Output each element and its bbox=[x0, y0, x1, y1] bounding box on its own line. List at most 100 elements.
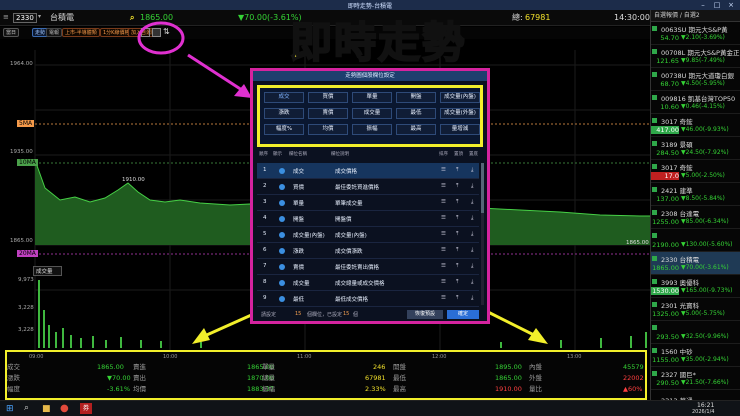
move-top-icon[interactable]: ⤒ bbox=[456, 231, 458, 238]
field-btn-open[interactable]: 開盤 bbox=[396, 92, 436, 103]
checkbox-icon[interactable] bbox=[279, 280, 285, 286]
move-bottom-icon[interactable]: ⤓ bbox=[471, 167, 473, 174]
field-row[interactable]: 3 單量 單筆成交量 ☰ ⤒ ⤓ bbox=[257, 195, 479, 211]
overlay-title: 即時走勢 bbox=[289, 17, 466, 68]
checkbox-icon[interactable] bbox=[279, 248, 285, 254]
move-bottom-icon[interactable]: ⤓ bbox=[471, 279, 473, 286]
field-btn-avg[interactable]: 均價 bbox=[308, 124, 348, 135]
field-btn-vol-inner[interactable]: 成交量(內盤) bbox=[440, 92, 480, 103]
field-btn-high[interactable]: 最高 bbox=[396, 124, 436, 135]
checkbox-icon[interactable] bbox=[279, 184, 285, 190]
windows-start-icon[interactable]: ⊞ bbox=[6, 404, 14, 414]
reset-default-button[interactable]: 恢復預設 bbox=[407, 310, 443, 319]
move-top-icon[interactable]: ⤒ bbox=[456, 279, 458, 286]
row-field-name: 開盤 bbox=[293, 217, 305, 223]
field-row[interactable]: 8 成交量 成交總量或成交價格 ☰ ⤒ ⤓ bbox=[257, 275, 479, 291]
watchlist-item[interactable]: 1560 中砂 1155.00 ▼35.00(-2.94%) bbox=[651, 344, 740, 367]
move-top-icon[interactable]: ⤒ bbox=[456, 295, 458, 302]
scrollbar-thumb[interactable] bbox=[481, 163, 484, 213]
watchlist-item[interactable]: 3017 奇鋐 17.0 ▼5.00(-2.50%) bbox=[651, 160, 740, 183]
field-btn-single-vol[interactable]: 單量 bbox=[352, 92, 392, 103]
row-field-desc: 最低成交價格 bbox=[335, 297, 369, 303]
row-field-desc: 最佳委託賣出價格 bbox=[335, 265, 380, 271]
search-taskbar-icon[interactable]: ⌕ bbox=[24, 403, 29, 413]
checkbox-icon[interactable] bbox=[279, 296, 285, 302]
drag-handle-icon[interactable]: ☰ bbox=[441, 215, 446, 221]
watchlist-item[interactable]: 3993 奧優科 1530.00 ▼165.00(-9.73%) bbox=[651, 275, 740, 298]
drag-handle-icon[interactable]: ☰ bbox=[441, 167, 446, 173]
drag-handle-icon[interactable]: ☰ bbox=[441, 295, 446, 301]
move-top-icon[interactable]: ⤒ bbox=[456, 199, 458, 206]
move-bottom-icon[interactable]: ⤓ bbox=[471, 215, 473, 222]
col-desc: 欄位說明 bbox=[331, 152, 349, 157]
value-amplitude: 2.33% bbox=[365, 385, 386, 393]
field-btn-amplitude[interactable]: 振幅 bbox=[352, 124, 392, 135]
watchlist-item[interactable]: 3017 奇鋐 417.00 ▼46.00(-9.93%) bbox=[651, 114, 740, 137]
checkbox-icon[interactable] bbox=[279, 216, 285, 222]
watchlist-item[interactable]: 293.50 ▼32.50(-9.96%) bbox=[651, 321, 740, 344]
drag-handle-icon[interactable]: ☰ bbox=[441, 279, 446, 285]
drag-handle-icon[interactable]: ☰ bbox=[441, 247, 446, 253]
watchlist-item[interactable]: 2330 台積電 1865.00 ▼70.00(-3.61%) bbox=[651, 252, 740, 275]
field-btn-volume[interactable]: 成交量 bbox=[352, 108, 392, 119]
watchlist-item[interactable]: 2421 建準 137.00 ▼8.50(-5.84%) bbox=[651, 183, 740, 206]
watchlist-stock-name: 3993 奧優科 bbox=[661, 279, 700, 287]
watchlist-item[interactable]: 009816 凱基台灣TOP50 10.60 ▼0.46(-4.15%) bbox=[651, 91, 740, 114]
watchlist-stock-name: 00738U 期元大道瓊白銀 bbox=[661, 72, 735, 80]
watchlist-item[interactable]: 2190.00 ▼130.00(-5.60%) bbox=[651, 229, 740, 252]
field-row[interactable]: 6 漲跌 成交價漲跌 ☰ ⤒ ⤓ bbox=[257, 243, 479, 259]
watchlist-price: 1865.00 bbox=[652, 264, 679, 272]
checkbox-icon[interactable] bbox=[279, 232, 285, 238]
field-btn-trade[interactable]: 成交 bbox=[264, 92, 304, 103]
confirm-button[interactable]: 確定 bbox=[447, 310, 479, 319]
field-btn-pct[interactable]: 幅度% bbox=[264, 124, 304, 135]
field-btn-low[interactable]: 最低 bbox=[396, 108, 436, 119]
row-field-name: 成交 bbox=[293, 169, 305, 175]
move-bottom-icon[interactable]: ⤓ bbox=[471, 247, 473, 254]
field-row[interactable]: 5 成交量(內盤) 成交量(內盤) ☰ ⤒ ⤓ bbox=[257, 227, 479, 243]
field-btn-change[interactable]: 漲跌 bbox=[264, 108, 304, 119]
drag-handle-icon[interactable]: ☰ bbox=[441, 183, 446, 189]
watchlist-item[interactable]: 00708L 期元大S&P黃金正 121.65 ▼9.85(-7.49%) bbox=[651, 45, 740, 68]
drag-handle-icon[interactable]: ☰ bbox=[441, 263, 446, 269]
move-bottom-icon[interactable]: ⤓ bbox=[471, 295, 473, 302]
watchlist-item[interactable]: 0063SU 期元大S&P黃 54.70 ▼2.10(-3.69%) bbox=[651, 22, 740, 45]
checkbox-icon[interactable] bbox=[279, 200, 285, 206]
watchlist-item[interactable]: 00738U 期元大道瓊白銀 68.70 ▼4.50(-5.95%) bbox=[651, 68, 740, 91]
move-top-icon[interactable]: ⤒ bbox=[456, 167, 458, 174]
field-row[interactable]: 2 買價 最佳委託買進價格 ☰ ⤒ ⤓ bbox=[257, 179, 479, 195]
move-bottom-icon[interactable]: ⤓ bbox=[471, 263, 473, 270]
watchlist-item[interactable]: 2327 國巨* 290.50 ▼21.50(-7.66%) bbox=[651, 367, 740, 390]
field-btn-vol-change[interactable]: 量增減 bbox=[440, 124, 480, 135]
stock-marker-icon bbox=[652, 187, 657, 192]
field-row[interactable]: 4 開盤 開盤價 ☰ ⤒ ⤓ bbox=[257, 211, 479, 227]
field-btn-bid[interactable]: 買價 bbox=[308, 92, 348, 103]
chrome-icon[interactable]: ● bbox=[60, 403, 69, 414]
checkbox-icon[interactable] bbox=[279, 264, 285, 270]
watchlist-item[interactable]: 2301 光寶科 1325.00 ▼5.00(-5.75%) bbox=[651, 298, 740, 321]
move-top-icon[interactable]: ⤒ bbox=[456, 215, 458, 222]
move-bottom-icon[interactable]: ⤓ bbox=[471, 199, 473, 206]
field-btn-ask[interactable]: 賣價 bbox=[308, 108, 348, 119]
field-btn-vol-outer[interactable]: 成交量(外盤) bbox=[440, 108, 480, 119]
move-bottom-icon[interactable]: ⤓ bbox=[471, 183, 473, 190]
watchlist-item[interactable]: 2308 台達電 1255.00 ▼85.00(-6.34%) bbox=[651, 206, 740, 229]
checkbox-icon[interactable] bbox=[279, 168, 285, 174]
trading-app-icon[interactable]: 券 bbox=[80, 403, 92, 414]
watchlist-item[interactable]: 3189 景碩 284.50 ▼24.50(-7.92%) bbox=[651, 137, 740, 160]
watchlist-change: ▼130.00(-5.60%) bbox=[681, 241, 733, 248]
scrollbar[interactable] bbox=[481, 163, 484, 305]
field-row[interactable]: 1 成交 成交價格 ☰ ⤒ ⤓ bbox=[257, 163, 479, 179]
file-explorer-icon[interactable]: ■ bbox=[42, 404, 51, 414]
drag-handle-icon[interactable]: ☰ bbox=[441, 231, 446, 237]
watchlist-header[interactable]: 自選報價 / 自選2 bbox=[651, 10, 740, 22]
move-top-icon[interactable]: ⤒ bbox=[456, 247, 458, 254]
move-top-icon[interactable]: ⤒ bbox=[456, 183, 458, 190]
field-row[interactable]: 7 賣價 最佳委託賣出價格 ☰ ⤒ ⤓ bbox=[257, 259, 479, 275]
watchlist-stock-name: 00708L 期元大S&P黃金正 bbox=[661, 49, 740, 57]
move-bottom-icon[interactable]: ⤓ bbox=[471, 231, 473, 238]
watchlist-price: 54.70 bbox=[660, 34, 679, 42]
drag-handle-icon[interactable]: ☰ bbox=[441, 199, 446, 205]
field-row[interactable]: 9 最低 最低成交價格 ☰ ⤒ ⤓ bbox=[257, 291, 479, 307]
move-top-icon[interactable]: ⤒ bbox=[456, 263, 458, 270]
